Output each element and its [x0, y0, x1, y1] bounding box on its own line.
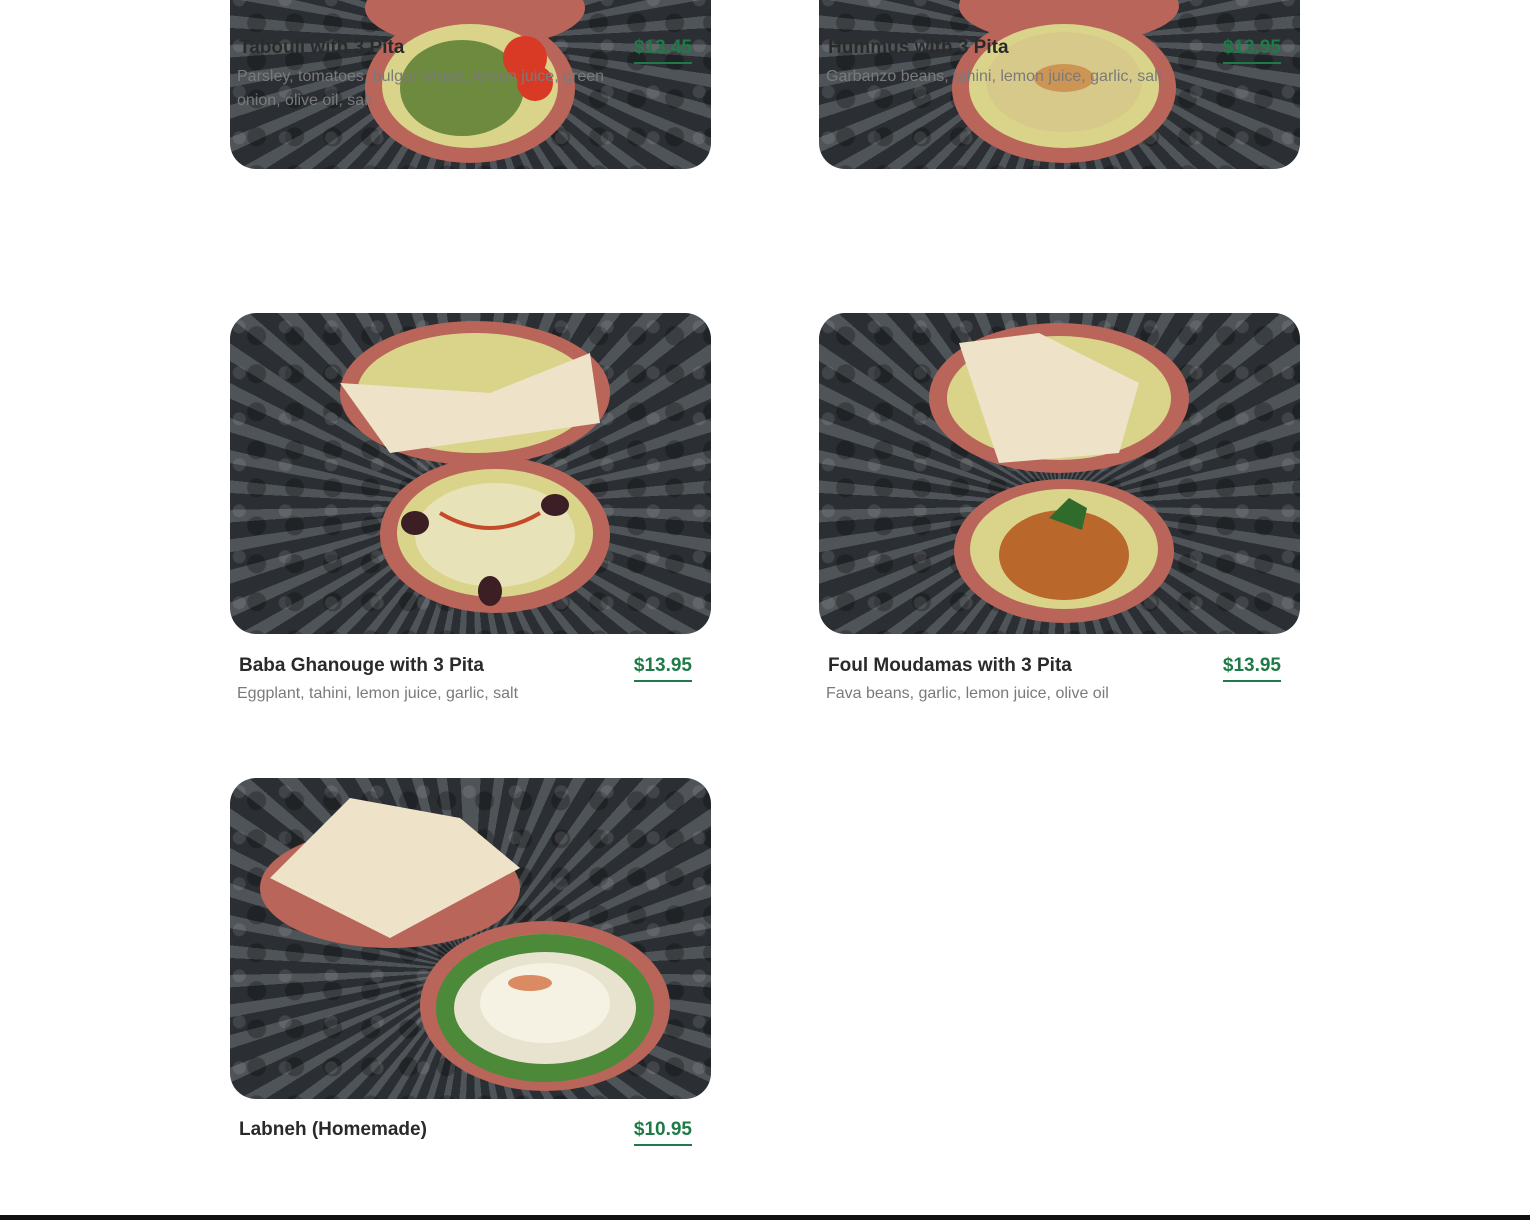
- menu-item-labneh[interactable]: Labneh (Homemade) $10.95: [230, 778, 711, 1146]
- menu-item-hummus[interactable]: Hummus with 3 Pita $13.95 Garbanzo beans…: [819, 0, 1300, 169]
- item-price: $13.45: [633, 37, 692, 64]
- footer-bar: [0, 1215, 1530, 1220]
- item-name: Labneh (Homemade): [239, 1119, 427, 1140]
- baba-ghanouge-photo: [230, 313, 711, 634]
- item-description: Garbanzo beans, tahini, lemon juice, gar…: [826, 68, 1163, 85]
- item-name: Foul Moudamas with 3 Pita: [828, 655, 1072, 676]
- item-price: $13.95: [1222, 37, 1281, 64]
- menu-item-baba-ghanouge[interactable]: Baba Ghanouge with 3 Pita $13.95 Eggplan…: [230, 313, 711, 702]
- item-price: $13.95: [1222, 655, 1281, 682]
- item-name: Tabouli with 3 Pita: [239, 37, 405, 58]
- item-name: Hummus with 3 Pita: [828, 37, 1009, 58]
- item-description: Fava beans, garlic, lemon juice, olive o…: [826, 685, 1109, 702]
- item-name: Baba Ghanouge with 3 Pita: [239, 655, 484, 676]
- item-description: Parsley, tomatoes, bulgur wheat, lemon j…: [237, 68, 605, 109]
- menu-item-tabouli[interactable]: Tabouli with 3 Pita $13.45 Parsley, toma…: [230, 0, 711, 169]
- item-price: $13.95: [633, 655, 692, 682]
- item-description: Eggplant, tahini, lemon juice, garlic, s…: [237, 685, 519, 702]
- labneh-photo: [230, 778, 711, 1099]
- foul-moudamas-photo: [819, 313, 1300, 634]
- item-price: $10.95: [633, 1119, 692, 1146]
- menu-item-foul-moudamas[interactable]: Foul Moudamas with 3 Pita $13.95 Fava be…: [819, 313, 1300, 702]
